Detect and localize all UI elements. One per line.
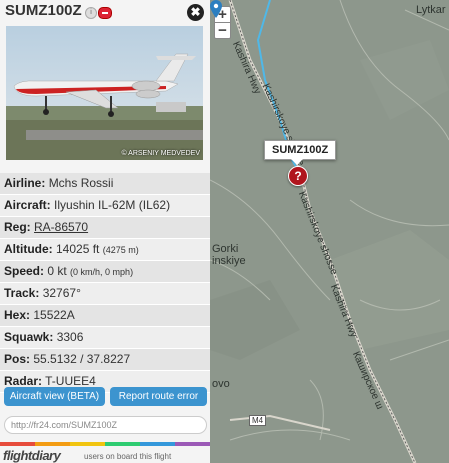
- detail-extra: (4275 m): [102, 245, 139, 255]
- detail-value: 15522A: [33, 308, 75, 322]
- map-view[interactable]: + − Lytkar Gorki inskiye ovo Kashira Hwy…: [210, 0, 449, 463]
- zoom-out-button[interactable]: −: [214, 22, 231, 39]
- detail-label: Aircraft:: [4, 198, 51, 212]
- location-pin-icon[interactable]: [210, 0, 222, 18]
- flightdiary-text: users on board this flight: [84, 452, 172, 461]
- panel-header: SUMZ100Z i ✖: [0, 0, 210, 26]
- detail-row-altitude: Altitude: 14025 ft (4275 m): [0, 239, 210, 261]
- detail-label: Pos:: [4, 352, 31, 366]
- route-shield-m4: M4: [249, 415, 267, 426]
- flight-details-list: Airline: Mchs Rossii Aircraft: Ilyushin …: [0, 173, 210, 393]
- flight-callsign: SUMZ100Z: [5, 2, 82, 19]
- detail-row-airline: Airline: Mchs Rossii: [0, 173, 210, 195]
- map-place-label: ovo: [212, 378, 230, 390]
- map-place-label: Lytkar: [416, 4, 446, 16]
- detail-label: Reg:: [4, 220, 31, 234]
- aircraft-photo-image: [6, 26, 203, 160]
- photo-credit: © ARSENIY MEDVEDEV: [121, 150, 200, 157]
- detail-label: Hex:: [4, 308, 31, 322]
- registration-link[interactable]: RA-86570: [34, 220, 88, 234]
- detail-label: Squawk:: [4, 330, 54, 344]
- flight-info-panel: SUMZ100Z i ✖ © ARSENIY MEDVEDEV Airline:…: [0, 0, 210, 463]
- detail-value: 0 kt: [47, 264, 67, 278]
- detail-extra: (0 km/h, 0 mph): [70, 267, 134, 277]
- detail-label: Altitude:: [4, 242, 53, 256]
- report-route-error-button[interactable]: Report route error: [110, 387, 207, 406]
- detail-label: Airline:: [4, 176, 46, 190]
- detail-row-aircraft: Aircraft: Ilyushin IL-62M (IL62): [0, 195, 210, 217]
- info-icon[interactable]: i: [85, 7, 97, 19]
- detail-label: Radar:: [4, 374, 43, 388]
- map-place-label: inskiye: [212, 255, 246, 267]
- detail-row-pos: Pos: 55.5132 / 37.8227: [0, 349, 210, 371]
- aircraft-view-button[interactable]: Aircraft view (BETA): [4, 387, 105, 406]
- close-button[interactable]: ✖: [187, 4, 204, 21]
- detail-value: 14025 ft: [56, 242, 100, 256]
- no-entry-icon: [98, 7, 112, 19]
- detail-value: 55.5132 / 37.8227: [33, 352, 131, 366]
- flightdiary-banner[interactable]: flightdiary users on board this flight: [0, 448, 210, 463]
- share-url-field[interactable]: http://fr24.com/SUMZ100Z: [4, 416, 207, 434]
- detail-label: Speed:: [4, 264, 45, 278]
- detail-value: 32767°: [42, 286, 81, 300]
- detail-row-speed: Speed: 0 kt (0 km/h, 0 mph): [0, 261, 210, 283]
- detail-value: T-UUEE4: [45, 374, 96, 388]
- flight-label-bubble[interactable]: SUMZ100Z: [264, 140, 337, 165]
- detail-label: Track:: [4, 286, 40, 300]
- aircraft-photo[interactable]: © ARSENIY MEDVEDEV: [6, 26, 203, 160]
- map-place-label: Gorki: [212, 243, 239, 255]
- aircraft-marker-icon[interactable]: ?: [288, 166, 308, 186]
- flightdiary-logo: flightdiary: [3, 448, 61, 463]
- detail-row-track: Track: 32767°: [0, 283, 210, 305]
- detail-row-squawk: Squawk: 3306: [0, 327, 210, 349]
- detail-row-reg: Reg: RA-86570: [0, 217, 210, 239]
- detail-value: 3306: [56, 330, 84, 344]
- detail-row-hex: Hex: 15522A: [0, 305, 210, 327]
- detail-value: Ilyushin IL-62M (IL62): [54, 198, 171, 212]
- color-strip: [0, 442, 210, 446]
- detail-value: Mchs Rossii: [48, 176, 114, 190]
